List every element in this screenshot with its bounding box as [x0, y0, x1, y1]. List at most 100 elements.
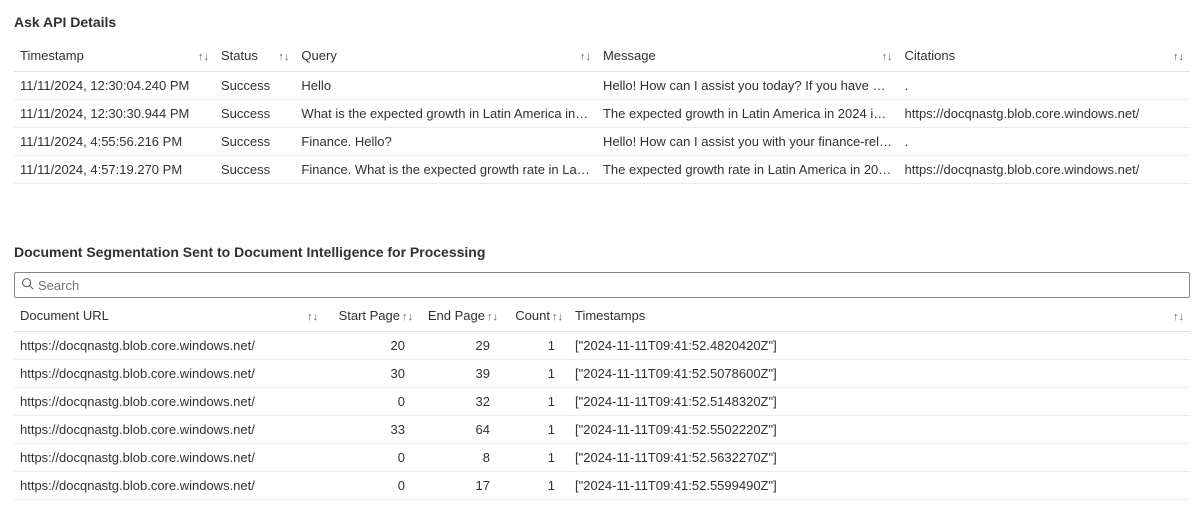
- col-count-label: Count: [515, 308, 550, 323]
- table-row[interactable]: 11/11/2024, 12:30:04.240 PMSuccessHelloH…: [14, 72, 1190, 100]
- col-start-label: Start Page: [339, 308, 400, 323]
- sort-icon[interactable]: ↑↓: [402, 311, 413, 323]
- cell-url: https://docqnastg.blob.core.windows.net/: [14, 472, 324, 500]
- cell-url: https://docqnastg.blob.core.windows.net/: [14, 388, 324, 416]
- cell-end: 8: [419, 444, 504, 472]
- col-message[interactable]: Message ↑↓: [597, 42, 899, 72]
- cell-start: 30: [324, 360, 419, 388]
- cell-count: 1: [504, 360, 569, 388]
- cell-status: Success: [215, 72, 295, 100]
- cell-status: Success: [215, 128, 295, 156]
- cell-start: 0: [324, 444, 419, 472]
- cell-empty: [869, 444, 1190, 472]
- table-row[interactable]: 11/11/2024, 12:30:30.944 PMSuccessWhat i…: [14, 100, 1190, 128]
- cell-count: 1: [504, 444, 569, 472]
- col-query[interactable]: Query ↑↓: [295, 42, 597, 72]
- cell-empty: [869, 360, 1190, 388]
- cell-empty: [869, 472, 1190, 500]
- cell-count: 1: [504, 416, 569, 444]
- cell-timestamp: 11/11/2024, 12:30:04.240 PM: [14, 72, 215, 100]
- cell-empty: [869, 416, 1190, 444]
- col-timestamps[interactable]: Timestamps: [569, 302, 869, 332]
- col-status[interactable]: Status ↑↓: [215, 42, 295, 72]
- col-timestamps-label: Timestamps: [575, 308, 645, 323]
- search-input[interactable]: [38, 278, 1183, 293]
- cell-timestamp: 11/11/2024, 4:55:56.216 PM: [14, 128, 215, 156]
- section-title-ask-api: Ask API Details: [14, 14, 1190, 30]
- table-row[interactable]: 11/11/2024, 4:55:56.216 PMSuccessFinance…: [14, 128, 1190, 156]
- cell-timestamps: ["2024-11-11T09:41:52.4820420Z"]: [569, 332, 869, 360]
- doc-seg-table: Document URL ↑↓ Start Page↑↓ End Page↑↓ …: [14, 302, 1190, 500]
- cell-query: What is the expected growth in Latin Ame…: [295, 100, 597, 128]
- col-ts-sort[interactable]: ↑↓: [869, 302, 1190, 332]
- table-row[interactable]: https://docqnastg.blob.core.windows.net/…: [14, 388, 1190, 416]
- col-timestamp[interactable]: Timestamp ↑↓: [14, 42, 215, 72]
- cell-citations: https://docqnastg.blob.core.windows.net/: [898, 156, 1190, 184]
- cell-timestamps: ["2024-11-11T09:41:52.5078600Z"]: [569, 360, 869, 388]
- col-message-label: Message: [603, 48, 656, 63]
- cell-end: 32: [419, 388, 504, 416]
- col-citations[interactable]: Citations ↑↓: [898, 42, 1190, 72]
- cell-url: https://docqnastg.blob.core.windows.net/: [14, 444, 324, 472]
- cell-status: Success: [215, 100, 295, 128]
- table-row[interactable]: https://docqnastg.blob.core.windows.net/…: [14, 444, 1190, 472]
- col-query-label: Query: [301, 48, 336, 63]
- col-url[interactable]: Document URL ↑↓: [14, 302, 324, 332]
- col-start[interactable]: Start Page↑↓: [324, 302, 419, 332]
- cell-end: 17: [419, 472, 504, 500]
- cell-count: 1: [504, 472, 569, 500]
- cell-count: 1: [504, 332, 569, 360]
- cell-message: Hello! How can I assist you today? If yo…: [597, 72, 899, 100]
- cell-timestamp: 11/11/2024, 4:57:19.270 PM: [14, 156, 215, 184]
- sort-icon[interactable]: ↑↓: [487, 311, 498, 323]
- cell-start: 20: [324, 332, 419, 360]
- cell-end: 39: [419, 360, 504, 388]
- cell-timestamps: ["2024-11-11T09:41:52.5632270Z"]: [569, 444, 869, 472]
- table-row[interactable]: https://docqnastg.blob.core.windows.net/…: [14, 332, 1190, 360]
- sort-icon[interactable]: ↑↓: [552, 311, 563, 323]
- cell-timestamps: ["2024-11-11T09:41:52.5599490Z"]: [569, 472, 869, 500]
- col-url-label: Document URL: [20, 308, 109, 323]
- search-icon: [21, 277, 34, 293]
- cell-message: The expected growth in Latin America in …: [597, 100, 899, 128]
- cell-end: 29: [419, 332, 504, 360]
- sort-icon[interactable]: ↑↓: [1173, 311, 1184, 323]
- sort-icon[interactable]: ↑↓: [1173, 51, 1184, 63]
- search-box[interactable]: [14, 272, 1190, 298]
- cell-timestamp: 11/11/2024, 12:30:30.944 PM: [14, 100, 215, 128]
- sort-icon[interactable]: ↑↓: [198, 51, 209, 63]
- table-row[interactable]: https://docqnastg.blob.core.windows.net/…: [14, 472, 1190, 500]
- sort-icon[interactable]: ↑↓: [580, 51, 591, 63]
- cell-query: Finance. Hello?: [295, 128, 597, 156]
- cell-citations: .: [898, 128, 1190, 156]
- col-end[interactable]: End Page↑↓: [419, 302, 504, 332]
- table-row[interactable]: 11/11/2024, 4:57:19.270 PMSuccessFinance…: [14, 156, 1190, 184]
- cell-timestamps: ["2024-11-11T09:41:52.5148320Z"]: [569, 388, 869, 416]
- cell-citations: .: [898, 72, 1190, 100]
- cell-start: 0: [324, 388, 419, 416]
- section-title-doc-seg: Document Segmentation Sent to Document I…: [14, 244, 1190, 260]
- cell-citations: https://docqnastg.blob.core.windows.net/: [898, 100, 1190, 128]
- sort-icon[interactable]: ↑↓: [881, 51, 892, 63]
- col-end-label: End Page: [428, 308, 485, 323]
- cell-status: Success: [215, 156, 295, 184]
- col-count[interactable]: Count↑↓: [504, 302, 569, 332]
- col-status-label: Status: [221, 48, 258, 63]
- cell-timestamps: ["2024-11-11T09:41:52.5502220Z"]: [569, 416, 869, 444]
- sort-icon[interactable]: ↑↓: [278, 51, 289, 63]
- cell-url: https://docqnastg.blob.core.windows.net/: [14, 332, 324, 360]
- cell-start: 0: [324, 472, 419, 500]
- ask-api-table: Timestamp ↑↓ Status ↑↓ Query ↑↓ Message …: [14, 42, 1190, 184]
- cell-empty: [869, 388, 1190, 416]
- cell-message: The expected growth rate in Latin Americ…: [597, 156, 899, 184]
- table-row[interactable]: https://docqnastg.blob.core.windows.net/…: [14, 360, 1190, 388]
- cell-query: Hello: [295, 72, 597, 100]
- col-citations-label: Citations: [904, 48, 955, 63]
- cell-empty: [869, 332, 1190, 360]
- table-row[interactable]: https://docqnastg.blob.core.windows.net/…: [14, 416, 1190, 444]
- cell-query: Finance. What is the expected growth rat…: [295, 156, 597, 184]
- cell-url: https://docqnastg.blob.core.windows.net/: [14, 416, 324, 444]
- cell-start: 33: [324, 416, 419, 444]
- cell-url: https://docqnastg.blob.core.windows.net/: [14, 360, 324, 388]
- sort-icon[interactable]: ↑↓: [307, 311, 318, 323]
